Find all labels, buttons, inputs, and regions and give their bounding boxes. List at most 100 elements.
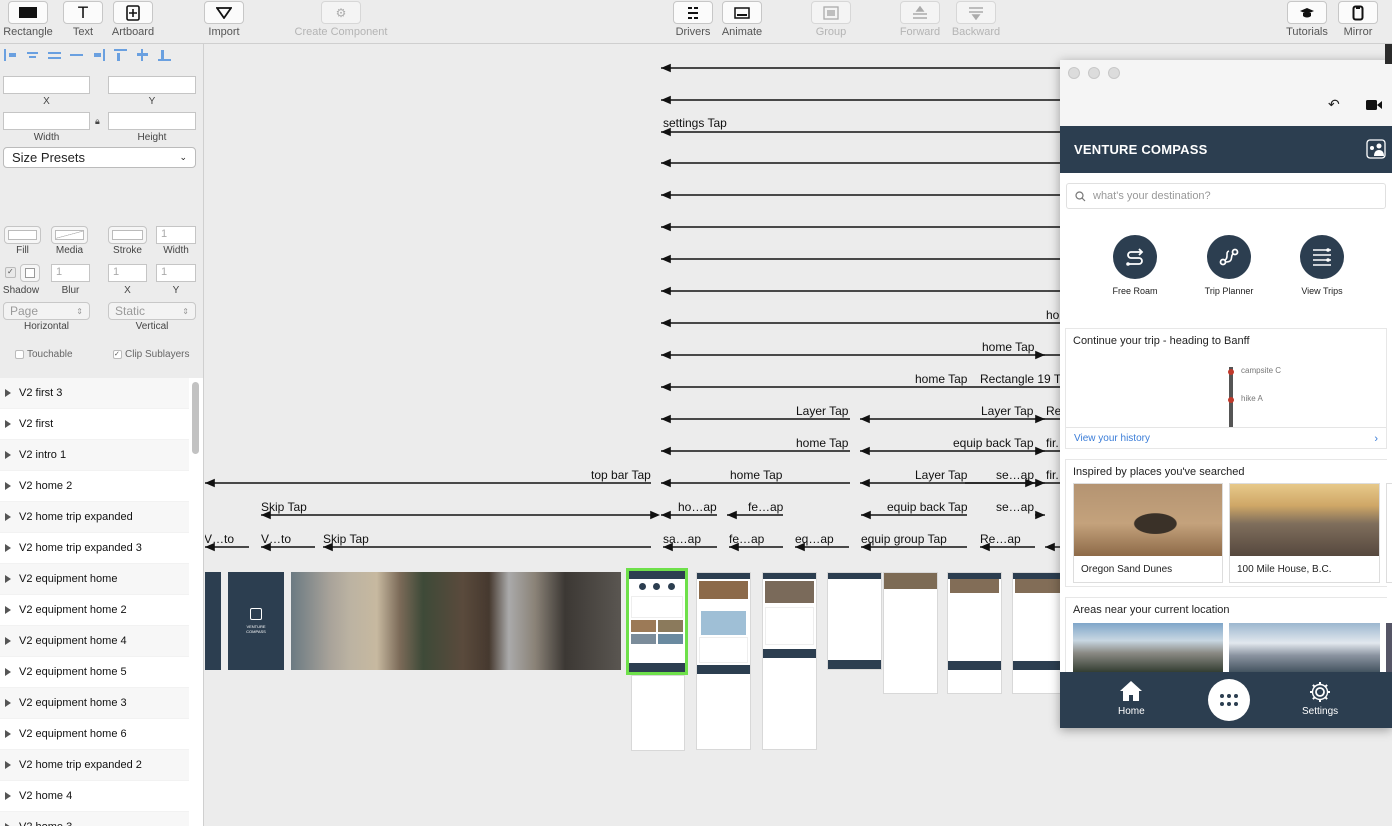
group-tool[interactable]: Group — [799, 0, 863, 38]
layer-row[interactable]: V2 first 3 — [0, 378, 189, 409]
align-top-icon[interactable] — [114, 49, 127, 61]
trip-planner-button[interactable]: Trip Planner — [1189, 235, 1269, 296]
shadow-x-input[interactable]: 1 — [108, 264, 147, 282]
artboard-thumbnail-intro-strip[interactable] — [291, 572, 621, 670]
disclosure-triangle-icon[interactable] — [5, 730, 11, 738]
artboard-thumbnail-equipment-home-2[interactable] — [827, 572, 882, 670]
y-input[interactable] — [108, 76, 196, 94]
layer-row[interactable]: V2 home trip expanded 3 — [0, 533, 189, 564]
disclosure-triangle-icon[interactable] — [5, 513, 11, 521]
align-center-v-icon[interactable] — [136, 49, 149, 61]
artboard-thumbnail-splash[interactable]: VENTURE COMPASS — [228, 572, 284, 670]
close-window-button[interactable] — [1068, 67, 1080, 79]
vertical-value: Static — [115, 304, 146, 318]
layers-scrollbar[interactable] — [192, 382, 199, 454]
layer-row[interactable]: V2 equipment home 4 — [0, 626, 189, 657]
place-card[interactable]: Oregon Sand Dunes — [1073, 483, 1223, 583]
align-bottom-icon[interactable] — [158, 49, 171, 61]
link-label: se…ap — [996, 468, 1035, 482]
menu-grid-button[interactable] — [1208, 679, 1250, 721]
artboard-thumbnail-scroll-area[interactable] — [631, 675, 685, 751]
distribute-h-icon[interactable] — [48, 49, 61, 61]
minimize-window-button[interactable] — [1088, 67, 1100, 79]
disclosure-triangle-icon[interactable] — [5, 544, 11, 552]
layer-row[interactable]: V2 equipment home 6 — [0, 719, 189, 750]
text-label: Text — [72, 26, 94, 38]
artboard-thumbnail-selected[interactable] — [626, 568, 688, 675]
disclosure-triangle-icon[interactable] — [5, 606, 11, 614]
align-right-icon[interactable] — [92, 49, 105, 61]
disclosure-triangle-icon[interactable] — [5, 575, 11, 583]
mirror-button[interactable]: Mirror — [1326, 0, 1390, 38]
layer-row[interactable]: V2 intro 1 — [0, 440, 189, 471]
stroke-width-input[interactable]: 1 — [156, 226, 196, 244]
disclosure-triangle-icon[interactable] — [5, 420, 11, 428]
create-component-tool[interactable]: ⚙ Create Component — [295, 0, 387, 38]
layer-row[interactable]: V2 equipment home 3 — [0, 688, 189, 719]
disclosure-triangle-icon[interactable] — [5, 761, 11, 769]
nearby-photo[interactable] — [1073, 623, 1223, 673]
shadow-y-input[interactable]: 1 — [156, 264, 196, 282]
height-input[interactable] — [108, 112, 196, 130]
video-camera-icon[interactable] — [1366, 100, 1382, 110]
free-roam-button[interactable]: Free Roam — [1095, 235, 1175, 296]
clip-sublayers-checkbox[interactable]: ✓ — [113, 350, 122, 359]
align-middle-icon[interactable] — [70, 49, 83, 61]
zoom-window-button[interactable] — [1108, 67, 1120, 79]
backward-tool[interactable]: Backward — [944, 0, 1008, 38]
animate-tool[interactable]: Animate — [710, 0, 774, 38]
size-presets-select[interactable]: Size Presets ⌄ — [3, 147, 196, 168]
media-swatch[interactable] — [51, 226, 88, 244]
horizontal-constraint-select[interactable]: Page ⇕ — [3, 302, 90, 320]
disclosure-triangle-icon[interactable] — [5, 482, 11, 490]
backward-label: Backward — [951, 26, 1001, 38]
touchable-checkbox[interactable] — [15, 350, 24, 359]
nearby-photo-partial[interactable] — [1386, 623, 1392, 673]
tab-home[interactable]: Home — [1118, 680, 1145, 717]
view-history-link[interactable]: View your history › — [1066, 427, 1386, 449]
forward-tool[interactable]: Forward — [888, 0, 952, 38]
disclosure-triangle-icon[interactable] — [5, 637, 11, 645]
blur-input[interactable]: 1 — [51, 264, 90, 282]
layer-row[interactable]: V2 equipment home — [0, 564, 189, 595]
profile-icon[interactable] — [1366, 139, 1386, 159]
align-center-h-icon[interactable] — [26, 49, 39, 61]
disclosure-triangle-icon[interactable] — [5, 668, 11, 676]
layer-row[interactable]: V2 home 3 — [0, 812, 189, 826]
layer-row[interactable]: V2 first — [0, 409, 189, 440]
disclosure-triangle-icon[interactable] — [5, 389, 11, 397]
artboard-thumbnail[interactable] — [205, 572, 221, 670]
lock-aspect-icon[interactable]: 🔒︎ — [95, 116, 100, 127]
artboard-thumbnail-equipment-home[interactable] — [762, 572, 817, 750]
disclosure-triangle-icon[interactable] — [5, 451, 11, 459]
vertical-constraint-select[interactable]: Static ⇕ — [108, 302, 196, 320]
disclosure-triangle-icon[interactable] — [5, 792, 11, 800]
layer-row[interactable]: V2 home 2 — [0, 471, 189, 502]
view-trips-button[interactable]: View Trips — [1282, 235, 1362, 296]
artboard-thumbnail-equipment-home-3[interactable] — [1012, 572, 1067, 694]
layer-row[interactable]: V2 home trip expanded 2 — [0, 750, 189, 781]
nearby-photo[interactable] — [1229, 623, 1380, 673]
stroke-swatch[interactable] — [108, 226, 147, 244]
layer-row[interactable]: V2 equipment home 2 — [0, 595, 189, 626]
layer-row[interactable]: V2 home 4 — [0, 781, 189, 812]
artboard-thumbnail-equipment-home-5[interactable] — [947, 572, 1002, 694]
import-tool[interactable]: Import — [192, 0, 256, 38]
shadow-checkbox[interactable]: ✓ — [5, 267, 16, 278]
shadow-color-swatch[interactable] — [20, 264, 40, 282]
x-input[interactable] — [3, 76, 90, 94]
destination-search[interactable]: what's your destination? — [1066, 183, 1386, 209]
artboard-thumbnail-equipment-home-4[interactable] — [883, 572, 938, 694]
disclosure-triangle-icon[interactable] — [5, 699, 11, 707]
tab-settings[interactable]: Settings — [1302, 680, 1338, 717]
width-input[interactable] — [3, 112, 90, 130]
undo-icon[interactable]: ↶ — [1328, 96, 1340, 113]
align-left-icon[interactable] — [4, 49, 17, 61]
layer-row[interactable]: V2 home trip expanded — [0, 502, 189, 533]
place-card[interactable]: 100 Mile House, B.C. — [1229, 483, 1380, 583]
fill-swatch[interactable] — [4, 226, 41, 244]
layer-row[interactable]: V2 equipment home 5 — [0, 657, 189, 688]
artboard-thumbnail-trip-expanded[interactable] — [696, 572, 751, 750]
place-card-partial[interactable] — [1386, 483, 1392, 583]
artboard-tool[interactable]: Artboard — [101, 0, 165, 38]
